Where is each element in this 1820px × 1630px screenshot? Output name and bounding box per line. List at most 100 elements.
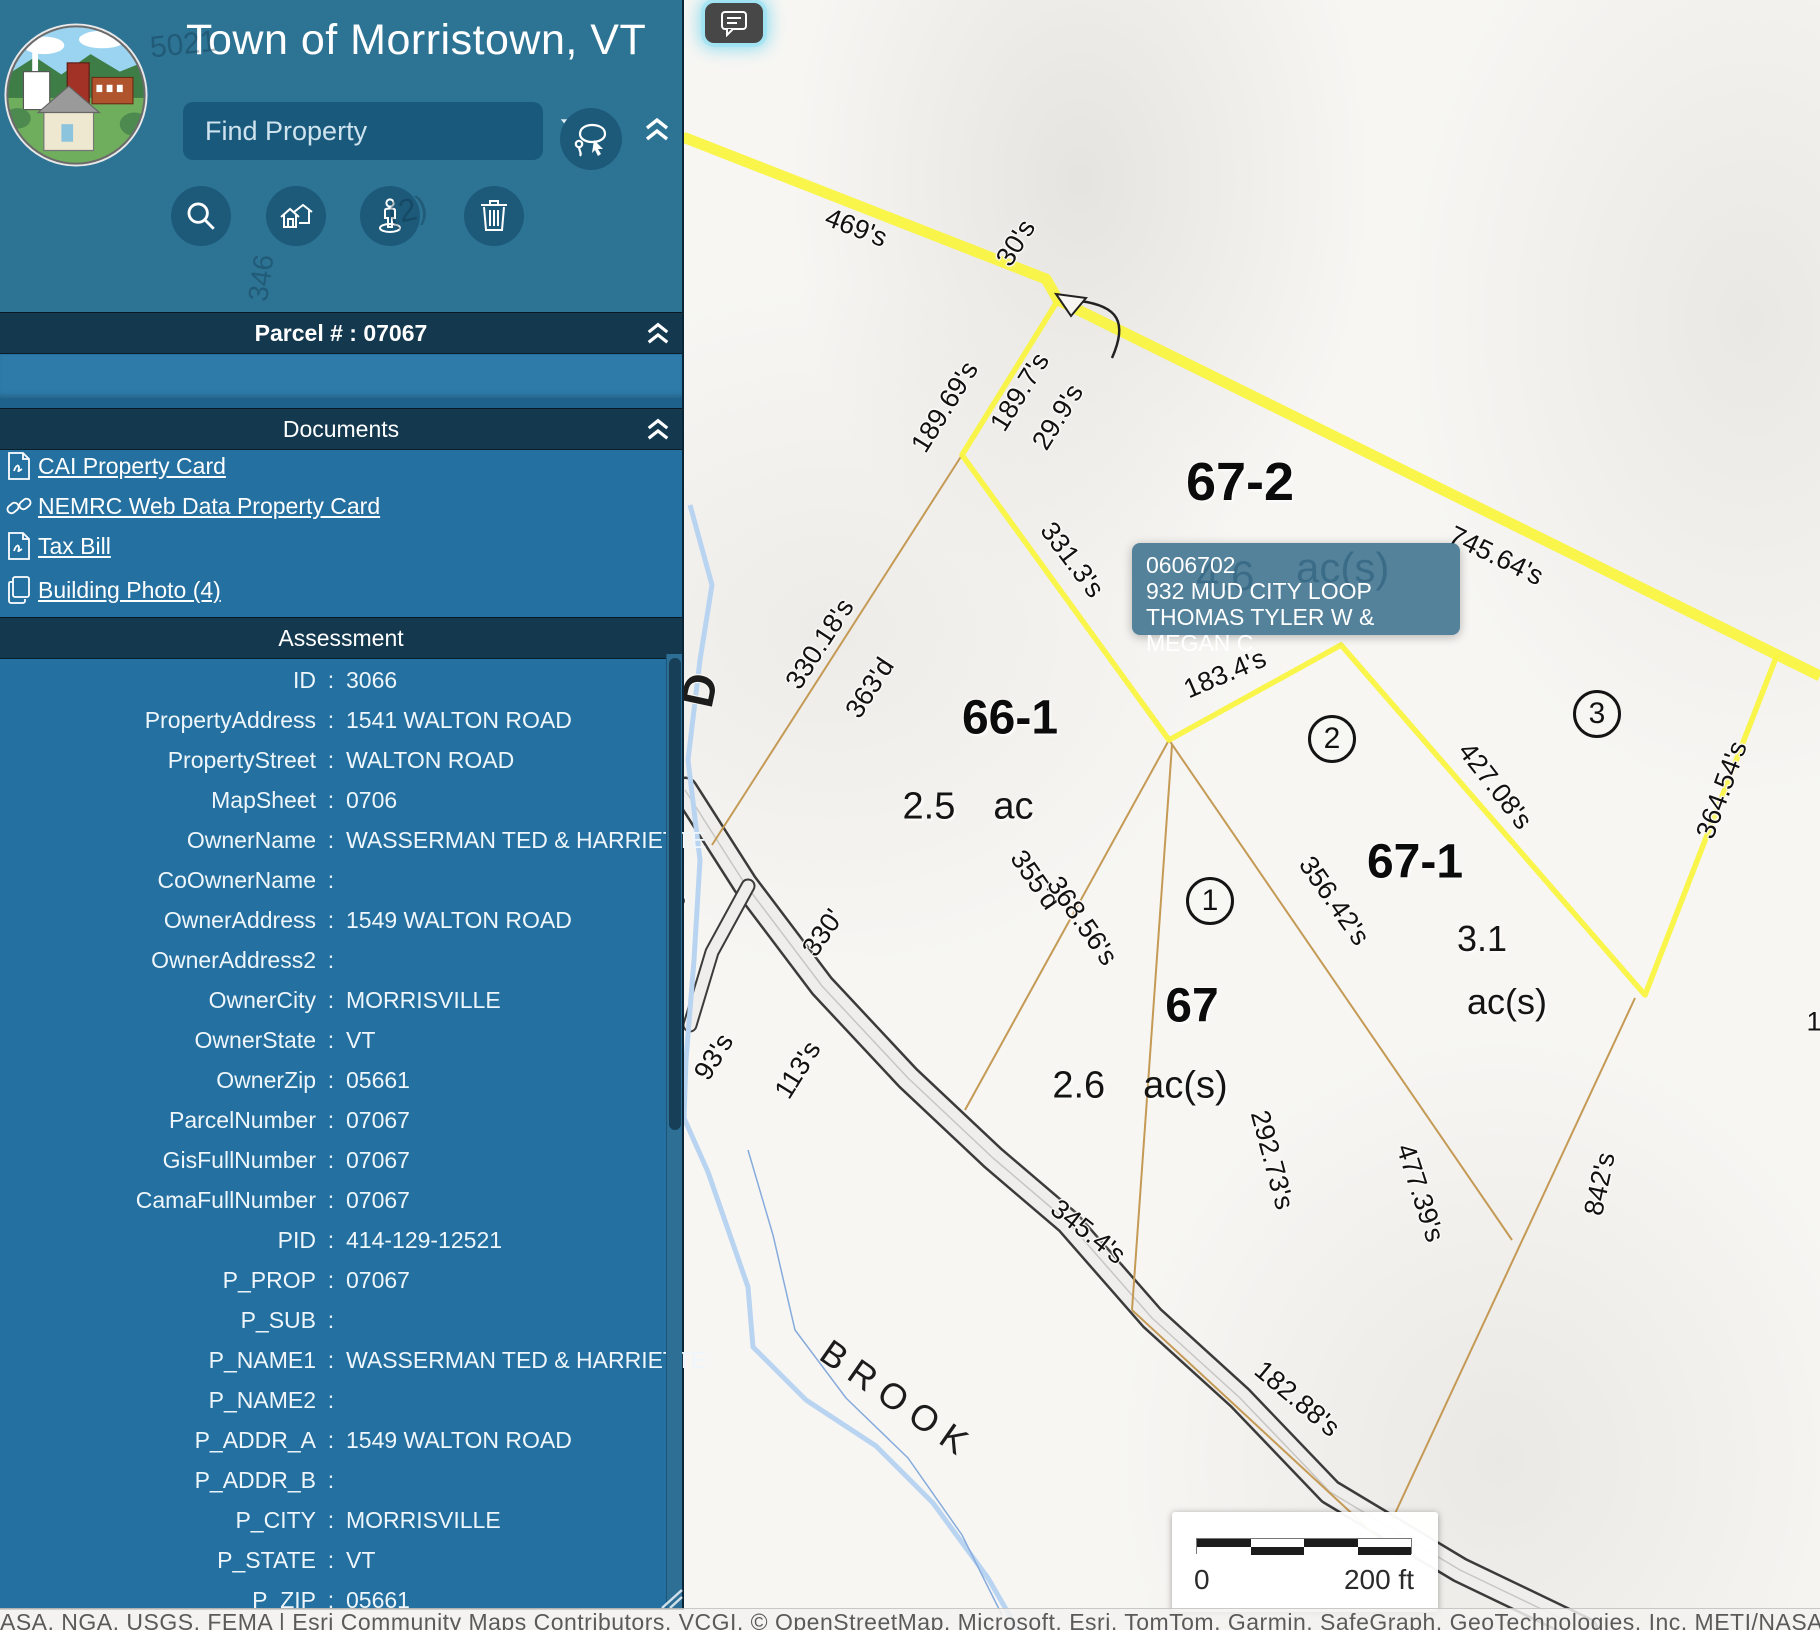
assessment-heading: Assessment [278,625,403,652]
assessment-field-label: OwnerState [0,1027,316,1054]
clear-selection-button[interactable] [464,186,524,246]
assessment-field-label: OwnerName [0,827,316,854]
assessment-field-label: P_ADDR_B [0,1467,316,1494]
parcel-tooltip: 0606702 932 MUD CITY LOOP THOMAS TYLER W… [1132,543,1460,635]
lasso-select-button[interactable] [560,108,622,170]
sidebar-resize-grip[interactable] [654,1588,684,1610]
assessment-row: P_SUB: [0,1300,682,1340]
assessment-colon: : [316,1307,346,1334]
assessment-field-value: WALTON ROAD [346,747,682,774]
parcel-id-label: 67 [1165,979,1218,1034]
assessment-field-value: 07067 [346,1107,682,1134]
assessment-field-value: 0706 [346,787,682,814]
site-number-circle: 2 [1308,715,1356,763]
acreage-label: ac(s) [1467,981,1547,1023]
leader-arrow [1056,294,1119,358]
assessment-row: OwnerName:WASSERMAN TED & HARRIETTE [0,820,682,860]
parcel-id-label: 67-2 [1186,451,1294,513]
assessment-row: CoOwnerName: [0,860,682,900]
find-property-input[interactable] [183,116,559,147]
assessment-field-value: 07067 [346,1267,682,1294]
assessment-row: P_STATE:VT [0,1540,682,1580]
assessment-field-value: 1541 WALTON ROAD [346,707,682,734]
assessment-colon: : [316,1507,346,1534]
document-link-row: Building Photo (4) [0,570,682,610]
dimension-label: 345.4's [1044,1193,1131,1271]
streetview-person-button[interactable] [360,186,420,246]
assessment-field-label: P_SUB [0,1307,316,1334]
site-number-circle: 3 [1573,690,1621,738]
acreage-label: 2.5 ac [903,786,1034,829]
assessment-colon: : [316,787,346,814]
assessment-field-value: 414-129-12521 [346,1227,682,1254]
scale-bar-checker [1196,1538,1412,1554]
assessment-field-label: PropertyStreet [0,747,316,774]
home-parcels-button[interactable] [266,186,326,246]
parcel-section-body [0,355,682,398]
document-link[interactable]: Building Photo (4) [38,577,221,604]
town-logo [3,22,149,168]
app-title: Town of Morristown, VT [186,16,678,65]
dimension-label: 330' [796,904,850,963]
assessment-field-label: OwnerCity [0,987,316,1014]
dimension-label: 189.7's [984,347,1056,437]
sidebar-scrollbar-thumb[interactable] [669,658,681,1130]
assessment-field-label: PropertyAddress [0,707,316,734]
assessment-field-label: P_NAME2 [0,1387,316,1414]
assessment-row: P_ADDR_B: [0,1460,682,1500]
comment-button[interactable] [705,3,763,43]
parcel-section-header: Parcel # : 07067 [0,312,682,354]
assessment-colon: : [316,1547,346,1574]
document-link[interactable]: NEMRC Web Data Property Card [38,493,380,520]
dimension-label: 368.56's [1040,871,1123,972]
assessment-colon: : [316,947,346,974]
collapse-search-chevron[interactable] [642,114,674,144]
assessment-field-label: P_PROP [0,1267,316,1294]
assessment-colon: : [316,667,346,694]
tooltip-parcel-id: 0606702 [1146,552,1446,578]
homes-icon [277,199,315,233]
assessment-field-value: WASSERMAN TED & HARRIETTE [346,827,706,854]
assessment-field-value: 1549 WALTON ROAD [346,907,682,934]
assessment-colon: : [316,1187,346,1214]
dimension-label: 30's [990,214,1042,272]
assessment-colon: : [316,1227,346,1254]
assessment-field-label: OwnerZip [0,1067,316,1094]
document-link[interactable]: Tax Bill [38,533,111,560]
road-walton [685,790,1585,1630]
acreage-label: 3.1 [1457,918,1507,960]
collapse-parcel-chevron[interactable] [644,319,674,347]
link-icon [0,492,38,520]
search-tool-button[interactable] [171,186,231,246]
assessment-colon: : [316,1347,346,1374]
document-link-row: NEMRC Web Data Property Card [0,486,682,526]
assessment-row: PID:414-129-12521 [0,1220,682,1260]
assessment-row: OwnerCity:MORRISVILLE [0,980,682,1020]
assessment-field-value: 1549 WALTON ROAD [346,1427,682,1454]
dimension-label: 29.9's [1026,379,1090,456]
assessment-field-value: 05661 [346,1067,682,1094]
assessment-row: OwnerState:VT [0,1020,682,1060]
stream-brook [684,505,1018,1630]
assessment-field-value: 3066 [346,667,682,694]
assessment-row: OwnerAddress2: [0,940,682,980]
dimension-label: 363'd [839,652,901,724]
assessment-field-label: ID [0,667,316,694]
assessment-colon: : [316,747,346,774]
assessment-field-label: PID [0,1227,316,1254]
dimension-label: 330.18's [779,593,860,695]
sidebar-scrollbar-track[interactable] [666,654,682,1608]
assessment-field-value: MORRISVILLE [346,987,682,1014]
pdf-document-icon [0,531,38,561]
assessment-colon: : [316,987,346,1014]
copy-pages-icon [0,575,38,605]
tooltip-address: 932 MUD CITY LOOP [1146,578,1446,604]
parcel-number-heading: Parcel # : 07067 [255,320,428,347]
tooltip-owner: THOMAS TYLER W & MEGAN C [1146,604,1446,656]
site-number-circle: 1 [1186,877,1234,925]
search-box [183,102,543,160]
document-link[interactable]: CAI Property Card [38,453,226,480]
pdf-document-icon [0,451,38,481]
assessment-field-label: OwnerAddress [0,907,316,934]
assessment-field-label: CamaFullNumber [0,1187,316,1214]
